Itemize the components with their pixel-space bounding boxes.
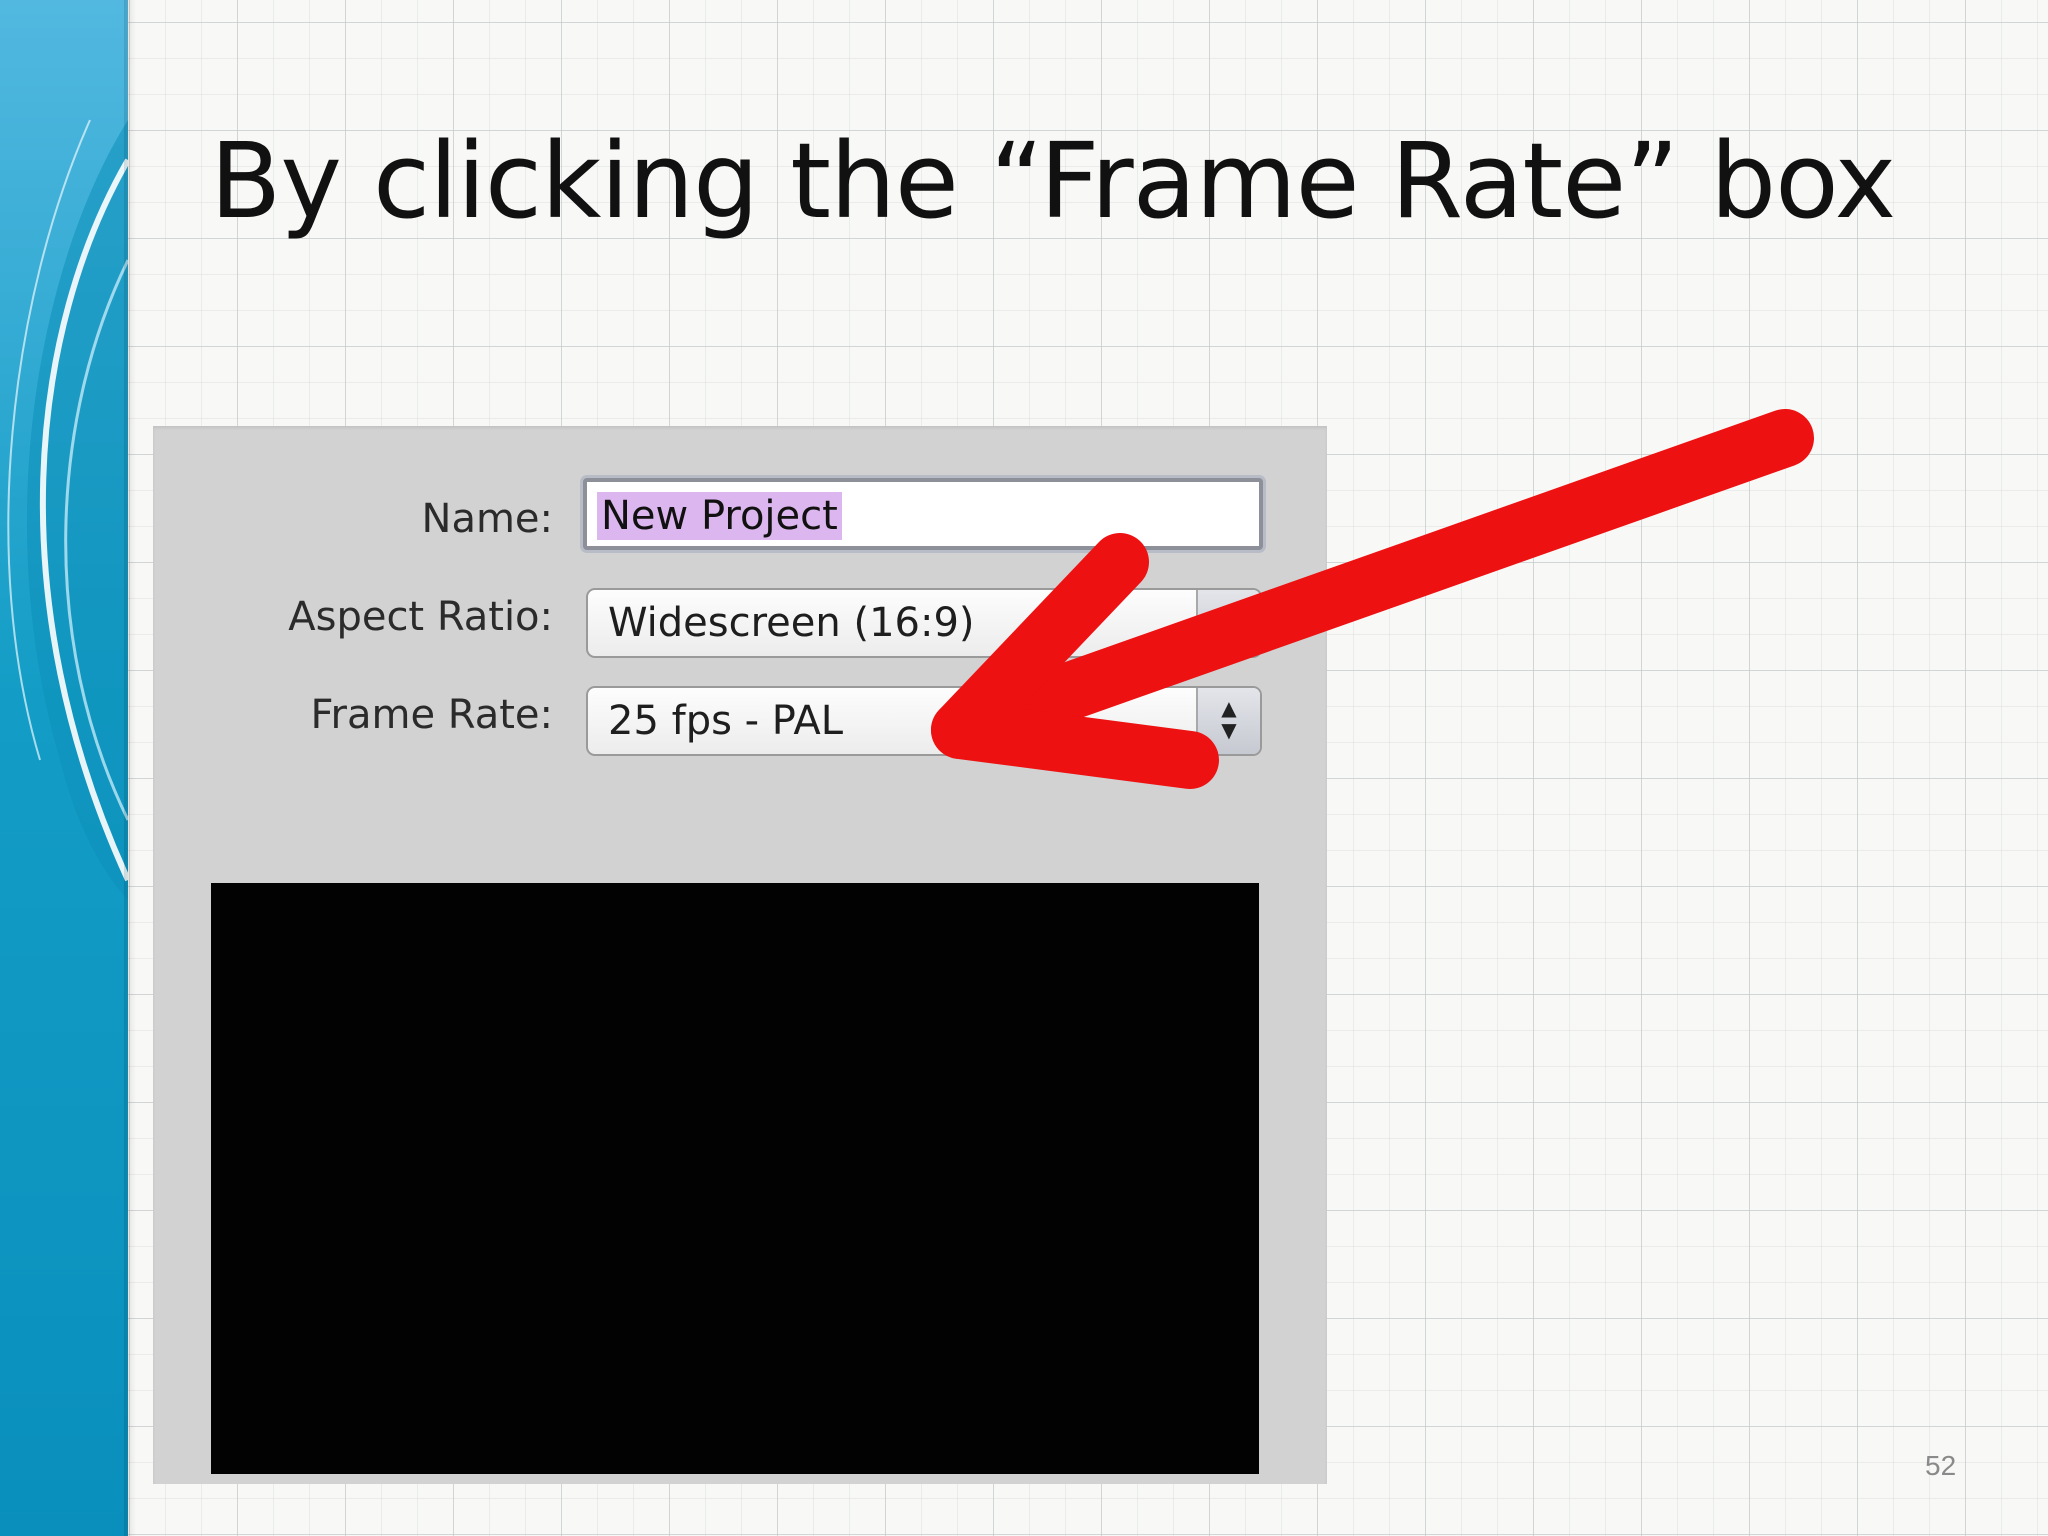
frame-rate-stepper[interactable]: ▲ ▼ [1196,688,1260,754]
aspect-ratio-stepper[interactable]: ▲ ▼ [1196,590,1260,656]
band-shadow [124,0,136,1536]
swoosh-graphic [0,0,128,1536]
frame-rate-label: Frame Rate: [310,692,553,738]
up-down-arrows-icon: ▲ ▼ [1221,696,1237,742]
video-preview-area [211,883,1259,1474]
up-down-arrows-icon: ▲ ▼ [1221,598,1237,644]
frame-rate-value: 25 fps - PAL [608,698,843,744]
decorative-side-band [0,0,128,1536]
name-input[interactable]: New Project [583,478,1263,550]
name-label: Name: [421,496,553,542]
aspect-ratio-popup[interactable]: Widescreen (16:9) ▲ ▼ [586,588,1262,658]
slide-title: By clicking the “Frame Rate” box [210,120,1896,242]
project-settings-screenshot: Name: New Project Aspect Ratio: Widescre… [153,426,1327,1484]
aspect-ratio-value: Widescreen (16:9) [608,600,975,646]
frame-rate-popup[interactable]: 25 fps - PAL ▲ ▼ [586,686,1262,756]
page-number: 52 [1925,1450,1957,1481]
aspect-ratio-label: Aspect Ratio: [288,594,553,640]
name-input-value: New Project [597,492,842,540]
